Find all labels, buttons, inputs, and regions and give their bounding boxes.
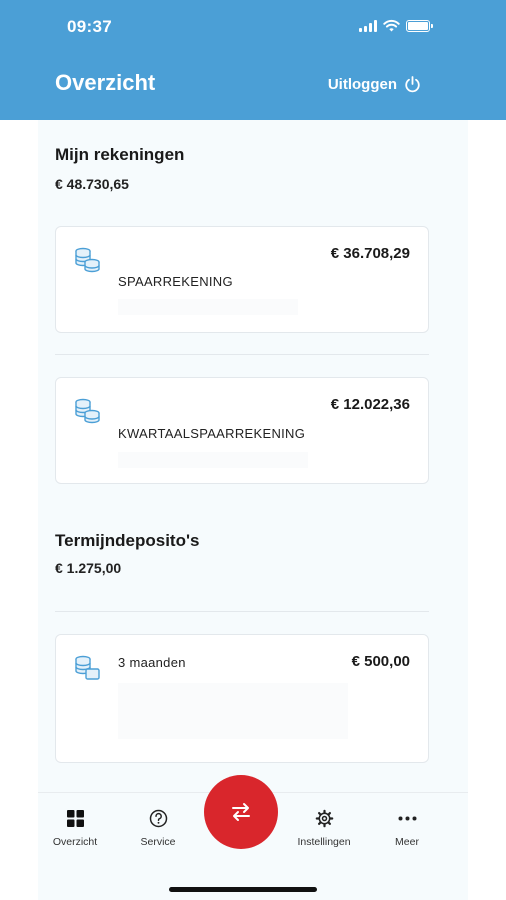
tab-service[interactable]: Service: [121, 807, 195, 848]
account-number-redacted: [118, 299, 298, 315]
tab-overzicht[interactable]: Overzicht: [38, 807, 112, 848]
divider: [55, 354, 429, 355]
account-name: KWARTAALSPAARREKENING: [118, 426, 306, 441]
account-card-kwartaalspaarrekening[interactable]: € 12.022,36 KWARTAALSPAARREKENING: [55, 377, 429, 484]
tab-label: Service: [140, 836, 176, 848]
page-title: Overzicht: [55, 70, 156, 95]
logout-button[interactable]: Uitloggen: [328, 76, 421, 93]
accounts-total: € 48.730,65: [55, 176, 129, 192]
deposit-term: 3 maanden: [118, 655, 186, 670]
power-icon: [405, 76, 420, 93]
account-balance: € 36.708,29: [330, 245, 410, 262]
tab-instellingen[interactable]: Instellingen: [287, 807, 361, 848]
tab-label: Instellingen: [297, 836, 351, 848]
bottom-tab-bar: Overzicht Service Instellingen Meer: [38, 775, 468, 900]
transfer-button[interactable]: [204, 775, 278, 849]
tab-label: Overzicht: [52, 836, 98, 848]
status-bar: 09:37: [0, 0, 506, 54]
gear-icon: [313, 807, 335, 829]
deposits-total: € 1.275,00: [55, 560, 122, 576]
grid-icon: [64, 807, 86, 829]
account-card-spaarrekening[interactable]: € 36.708,29 SPAARREKENING: [55, 226, 429, 333]
coins-stack-icon: [75, 655, 100, 680]
more-dots-icon: [396, 807, 418, 829]
signal-icon: [359, 19, 377, 32]
transfer-arrows-icon: [232, 803, 250, 821]
battery-icon: [406, 19, 433, 32]
help-circle-icon: [147, 807, 169, 829]
deposit-details-redacted: [118, 683, 348, 739]
tab-label: Meer: [395, 836, 419, 848]
coins-stack-icon: [75, 398, 100, 424]
section-title-accounts: Mijn rekeningen: [55, 145, 185, 164]
deposit-card-3-maanden[interactable]: 3 maanden € 500,00: [55, 634, 429, 763]
deposit-amount: € 500,00: [351, 653, 410, 670]
wifi-icon: [383, 19, 400, 32]
account-name: SPAARREKENING: [118, 274, 233, 289]
status-time: 09:37: [67, 17, 112, 36]
home-indicator: [169, 887, 317, 892]
status-icons: [359, 19, 433, 32]
account-balance: € 12.022,36: [330, 396, 410, 413]
overview-content[interactable]: Mijn rekeningen € 48.730,65 € 36.708,29 …: [38, 120, 468, 792]
section-title-deposits: Termijndeposito's: [55, 531, 200, 550]
app-header: 09:37 Overzicht Uitloggen: [0, 0, 506, 120]
divider: [55, 611, 429, 612]
coins-stack-icon: [75, 247, 100, 273]
tab-meer[interactable]: Meer: [370, 807, 444, 848]
logout-label: Uitloggen: [327, 76, 397, 93]
account-number-redacted: [118, 452, 308, 468]
